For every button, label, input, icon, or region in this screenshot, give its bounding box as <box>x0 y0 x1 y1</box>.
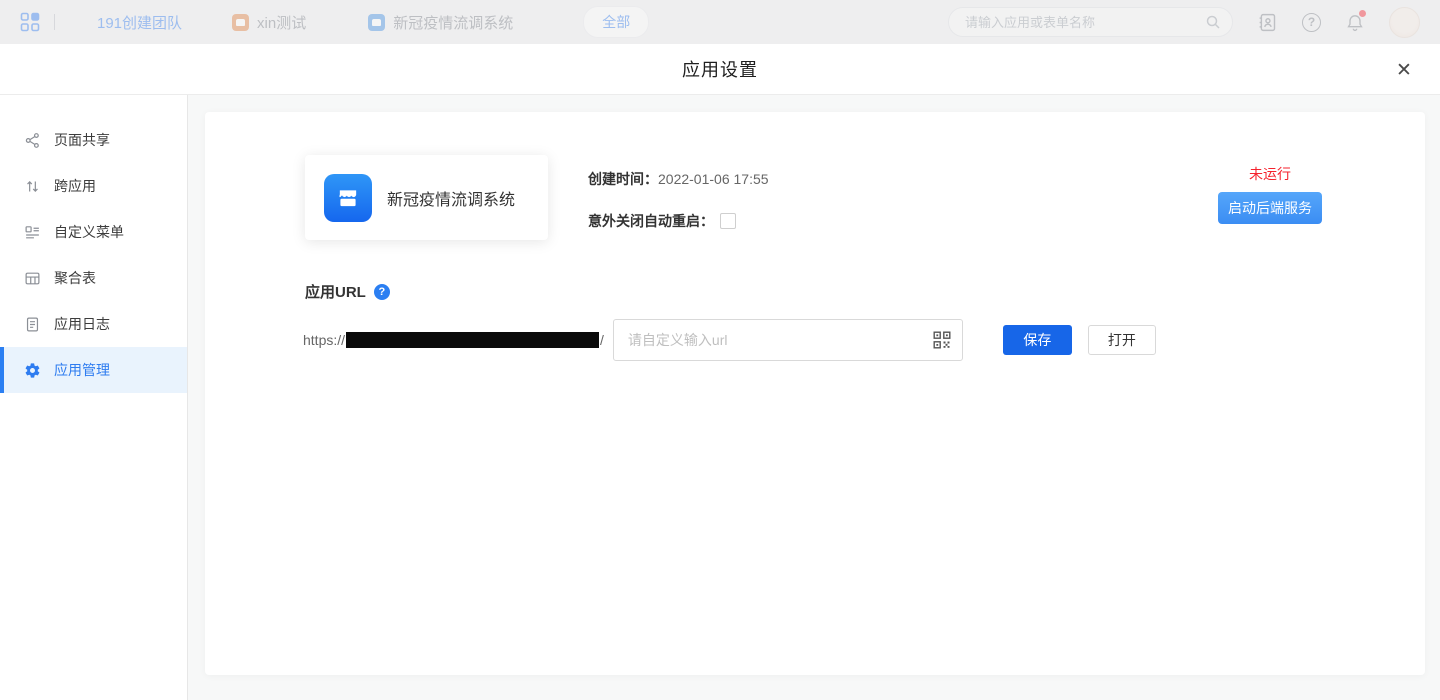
search-icon <box>1205 14 1221 35</box>
app-name: 新冠疫情流调系统 <box>387 186 515 210</box>
app-store-icon <box>324 174 372 222</box>
apps-grid-icon[interactable] <box>20 12 40 32</box>
gear-icon <box>24 362 41 379</box>
status-badge: 未运行 <box>1218 164 1322 184</box>
save-button[interactable]: 保存 <box>1003 325 1072 355</box>
sidebar-item-label: 应用日志 <box>54 314 110 334</box>
custom-menu-icon <box>24 224 41 241</box>
help-icon[interactable]: ? <box>1302 13 1321 32</box>
sidebar-item-page-share[interactable]: 页面共享 <box>0 117 187 163</box>
sidebar-item-app-management[interactable]: 应用管理 <box>0 347 187 393</box>
aggregate-table-icon <box>24 270 41 287</box>
created-time-label: 创建时间： <box>588 169 658 189</box>
custom-url-input[interactable] <box>613 319 963 361</box>
tab-app-xin[interactable]: xin测试 <box>232 12 306 33</box>
notification-badge <box>1359 10 1366 17</box>
cross-app-icon <box>24 178 41 195</box>
tab-app-covid-label: 新冠疫情流调系统 <box>393 12 513 33</box>
redacted-url-domain <box>346 332 599 348</box>
auto-restart-label: 意外关闭自动重启： <box>588 211 714 231</box>
sidebar-item-label: 跨应用 <box>54 176 96 196</box>
app-info-card: 新冠疫情流调系统 <box>305 155 548 240</box>
backend-status-block: 未运行 启动后端服务 <box>1218 164 1322 224</box>
app-icon-blue <box>368 14 385 31</box>
created-time-value: 2022-01-06 17:55 <box>658 171 769 187</box>
settings-sidebar: 页面共享 跨应用 自定义菜单 聚合表 <box>0 95 188 700</box>
sidebar-item-custom-menu[interactable]: 自定义菜单 <box>0 209 187 255</box>
auto-restart-checkbox[interactable] <box>720 213 736 229</box>
share-icon <box>24 132 41 149</box>
created-time-row: 创建时间： 2022-01-06 17:55 <box>588 169 769 189</box>
contacts-icon[interactable] <box>1257 12 1278 33</box>
user-avatar[interactable] <box>1389 7 1420 38</box>
url-slash: / <box>600 332 604 348</box>
sidebar-item-label: 页面共享 <box>54 130 110 150</box>
tab-team[interactable]: 191创建团队 <box>97 12 182 33</box>
app-url-row: https:// / <box>303 319 1156 361</box>
close-icon[interactable]: ✕ <box>1392 58 1416 82</box>
sidebar-item-label: 应用管理 <box>54 360 110 380</box>
all-apps-button[interactable]: 全部 <box>583 6 649 38</box>
help-circle-icon[interactable]: ? <box>374 284 390 300</box>
top-app-bar: 191创建团队 xin测试 新冠疫情流调系统 全部 <box>0 0 1440 44</box>
custom-url-field <box>613 319 963 361</box>
app-management-panel: 新冠疫情流调系统 创建时间： 2022-01-06 17:55 意外关闭自动重启… <box>205 112 1425 675</box>
start-backend-button[interactable]: 启动后端服务 <box>1218 192 1322 224</box>
url-protocol: https:// <box>303 332 345 348</box>
open-button[interactable]: 打开 <box>1088 325 1156 355</box>
sidebar-item-label: 聚合表 <box>54 268 96 288</box>
sidebar-item-app-log[interactable]: 应用日志 <box>0 301 187 347</box>
notifications-bell-icon[interactable] <box>1345 12 1365 33</box>
page-title: 应用设置 <box>682 56 758 82</box>
app-url-label: 应用URL <box>305 281 366 302</box>
app-icon-orange <box>232 14 249 31</box>
qr-code-icon[interactable] <box>933 331 951 354</box>
sidebar-item-aggregate-table[interactable]: 聚合表 <box>0 255 187 301</box>
auto-restart-row: 意外关闭自动重启： <box>588 211 736 231</box>
app-log-icon <box>24 316 41 333</box>
sidebar-item-cross-app[interactable]: 跨应用 <box>0 163 187 209</box>
app-url-section-header: 应用URL ? <box>305 281 390 302</box>
sidebar-item-label: 自定义菜单 <box>54 222 124 242</box>
topbar-divider <box>54 14 55 30</box>
settings-dialog-header: 应用设置 ✕ <box>0 44 1440 95</box>
tab-app-covid[interactable]: 新冠疫情流调系统 <box>368 12 513 33</box>
tab-app-xin-label: xin测试 <box>257 12 306 33</box>
global-search <box>948 7 1233 37</box>
search-input[interactable] <box>948 7 1233 37</box>
